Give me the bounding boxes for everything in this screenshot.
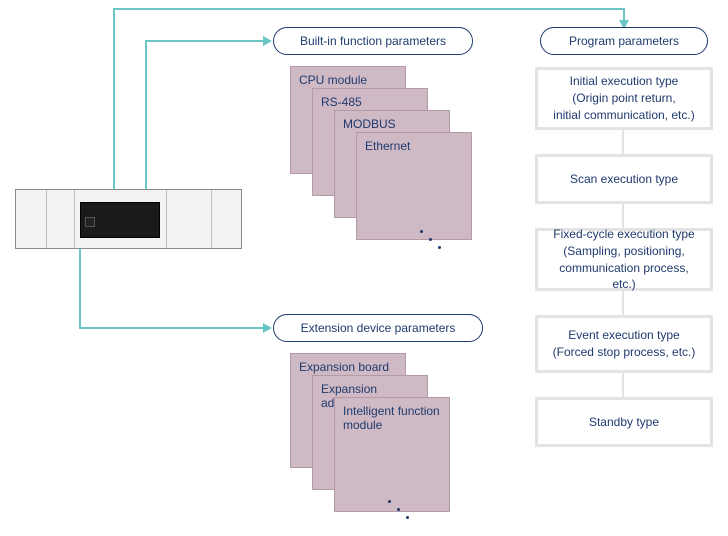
- arrow-to-extension: [263, 323, 272, 333]
- card-cpu-label: CPU module: [299, 73, 367, 87]
- card-rs485-label: RS-485: [321, 95, 362, 109]
- header-extension-label: Extension device parameters: [301, 321, 456, 335]
- arrow-to-builtin: [263, 36, 272, 46]
- plc-device: [15, 189, 242, 249]
- card-ethernet-label: Ethernet: [365, 139, 410, 153]
- type-initial: Initial execution type (Origin point ret…: [535, 67, 713, 130]
- type-connector: [622, 204, 624, 228]
- line-ext-horizontal: [79, 327, 265, 329]
- line-ext-vertical: [79, 245, 81, 329]
- type-event: Event execution type (Forced stop proces…: [535, 315, 713, 373]
- ellipsis-dot: [397, 508, 400, 511]
- card-modbus-label: MODBUS: [343, 117, 396, 131]
- type-event-label: Event execution type (Forced stop proces…: [553, 327, 696, 361]
- card-ethernet: Ethernet: [356, 132, 472, 240]
- card-intelligent: Intelligent function module: [334, 397, 450, 512]
- ellipsis-dot: [438, 246, 441, 249]
- header-extension: Extension device parameters: [273, 314, 483, 342]
- type-fixed: Fixed-cycle execution type (Sampling, po…: [535, 228, 713, 291]
- line-builtin-horizontal: [145, 40, 265, 42]
- ellipsis-dot: [406, 516, 409, 519]
- header-program: Program parameters: [540, 27, 708, 55]
- card-intelligent-label: Intelligent function module: [343, 404, 440, 432]
- type-standby-label: Standby type: [589, 414, 659, 431]
- line-top-vertical-left: [113, 8, 115, 191]
- type-connector: [622, 373, 624, 397]
- type-scan: Scan execution type: [535, 154, 713, 204]
- type-standby: Standby type: [535, 397, 713, 447]
- line-top-horizontal: [113, 8, 625, 10]
- header-builtin-label: Built-in function parameters: [300, 34, 446, 48]
- ellipsis-dot: [420, 230, 423, 233]
- ellipsis-dot: [388, 500, 391, 503]
- type-fixed-label: Fixed-cycle execution type (Sampling, po…: [546, 226, 702, 293]
- card-expansion-board-label: Expansion board: [299, 360, 389, 374]
- type-connector: [622, 291, 624, 315]
- type-scan-label: Scan execution type: [570, 171, 678, 188]
- type-connector: [622, 130, 624, 154]
- line-builtin-vertical: [145, 40, 147, 191]
- ellipsis-dot: [429, 238, 432, 241]
- type-initial-label: Initial execution type (Origin point ret…: [553, 73, 694, 123]
- header-builtin: Built-in function parameters: [273, 27, 473, 55]
- header-program-label: Program parameters: [569, 34, 679, 48]
